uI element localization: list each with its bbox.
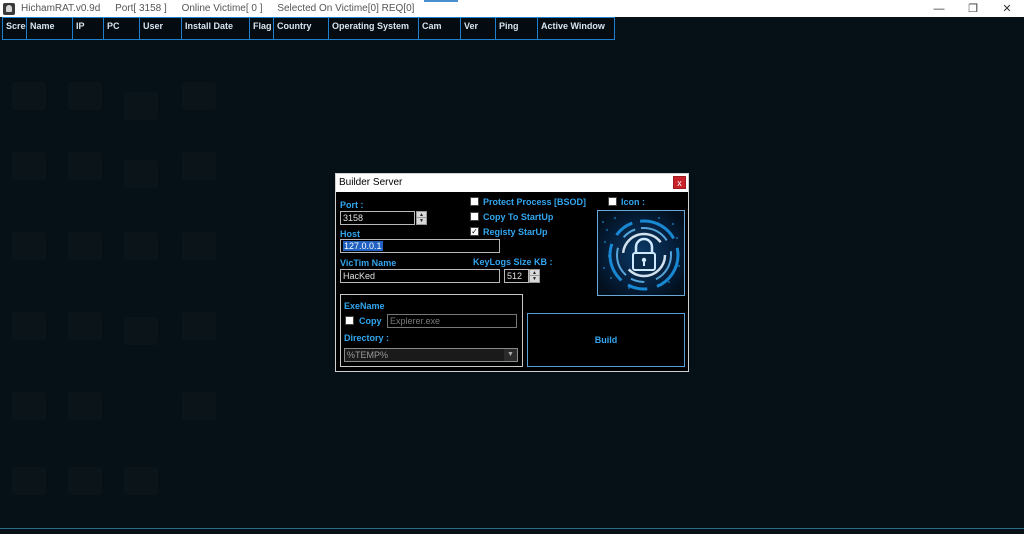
exename-input[interactable]: Explerer.exe: [387, 314, 517, 328]
faded-icon: [182, 82, 216, 110]
close-button[interactable]: ✕: [990, 0, 1024, 17]
faded-icon: [68, 312, 102, 340]
chevron-down-icon[interactable]: ▼: [504, 349, 517, 361]
faded-icon: [124, 467, 158, 495]
exename-group: ExeName Copy Explerer.exe Directory : %T…: [340, 294, 523, 367]
col-country[interactable]: Country: [274, 18, 329, 39]
protect-process-label: Protect Process [BSOD]: [483, 197, 587, 207]
app-name: HichamRAT.v0.9d: [21, 3, 101, 14]
dialog-close-button[interactable]: x: [673, 176, 686, 189]
grid-header: Scree Name IP PC User Install Date Flag …: [2, 17, 615, 40]
registry-startup-label: Registy StarUp: [483, 227, 548, 237]
selected-status: Selected On Victime[0] REQ[0]: [277, 3, 415, 14]
faded-icon: [68, 152, 102, 180]
col-cam[interactable]: Cam: [419, 18, 461, 39]
dialog-title-bar: Builder Server x: [336, 174, 688, 192]
victim-name-input[interactable]: HacKed: [340, 269, 500, 283]
dialog-title: Builder Server: [339, 177, 403, 188]
faded-icon: [68, 232, 102, 260]
title-text: HichamRAT.v0.9d Port[ 3158 ] Online Vict…: [21, 3, 426, 14]
keylogs-size-spinner[interactable]: ▲ ▼: [529, 269, 540, 283]
faded-icon: [182, 152, 216, 180]
faded-icon: [12, 82, 46, 110]
col-ip[interactable]: IP: [73, 18, 104, 39]
host-value: 127.0.0.1: [343, 241, 383, 251]
online-status: Online Victime[ 0 ]: [181, 3, 263, 14]
maximize-button[interactable]: ❐: [956, 0, 990, 17]
port-input[interactable]: 3158: [340, 211, 415, 225]
faded-icon: [182, 232, 216, 260]
lock-icon[interactable]: [597, 210, 685, 296]
faded-icon: [12, 152, 46, 180]
col-user[interactable]: User: [140, 18, 182, 39]
directory-label: Directory :: [344, 333, 390, 343]
col-install-date[interactable]: Install Date: [182, 18, 250, 39]
col-ping[interactable]: Ping: [496, 18, 538, 39]
status-bar: [0, 529, 1024, 534]
faded-icon: [182, 312, 216, 340]
faded-icon: [124, 92, 158, 120]
copy-startup-checkbox[interactable]: [470, 212, 479, 221]
faded-icon: [124, 160, 158, 188]
faded-icon: [68, 82, 102, 110]
minimize-button[interactable]: —: [922, 0, 956, 17]
spin-down-icon[interactable]: ▼: [530, 276, 539, 282]
build-button[interactable]: Build: [527, 313, 685, 367]
col-operating-system[interactable]: Operating System: [329, 18, 419, 39]
faded-icon: [68, 392, 102, 420]
col-ver[interactable]: Ver: [461, 18, 496, 39]
faded-icon: [12, 392, 46, 420]
faded-icon: [124, 317, 158, 345]
port-label: Port :: [340, 200, 364, 210]
host-input[interactable]: 127.0.0.1: [340, 239, 500, 253]
protect-process-checkbox[interactable]: [470, 197, 479, 206]
faded-icon: [182, 392, 216, 420]
app-icon: [3, 2, 15, 15]
keylogs-size-input[interactable]: 512: [504, 269, 529, 283]
directory-value: %TEMP%: [347, 350, 389, 360]
col-pc[interactable]: PC: [104, 18, 140, 39]
builder-server-dialog: Builder Server x Port : 3158 ▲ ▼ Host 12…: [335, 173, 689, 372]
registry-startup-checkbox[interactable]: ✓: [470, 227, 479, 236]
copy-startup-label: Copy To StartUp: [483, 212, 554, 222]
victim-name-label: VicTim Name: [340, 258, 397, 268]
directory-select[interactable]: %TEMP% ▼: [344, 348, 518, 362]
icon-label: Icon :: [621, 197, 645, 207]
col-screen[interactable]: Scree: [3, 18, 27, 39]
host-label: Host: [340, 229, 360, 239]
faded-icon: [12, 232, 46, 260]
keylogs-size-label: KeyLogs Size KB :: [473, 257, 553, 267]
spin-down-icon[interactable]: ▼: [417, 218, 426, 224]
col-name[interactable]: Name: [27, 18, 73, 39]
faded-icon: [12, 312, 46, 340]
title-bar: HichamRAT.v0.9d Port[ 3158 ] Online Vict…: [0, 0, 1024, 17]
faded-icon: [68, 467, 102, 495]
col-flag[interactable]: Flag: [250, 18, 274, 39]
title-highlight: [424, 0, 458, 2]
exename-label: ExeName: [344, 301, 385, 311]
port-spinner[interactable]: ▲ ▼: [416, 211, 427, 225]
copy-exe-checkbox[interactable]: [345, 316, 354, 325]
copy-exe-label: Copy: [359, 316, 382, 326]
faded-icon: [12, 467, 46, 495]
port-status: Port[ 3158 ]: [115, 3, 167, 14]
faded-icon: [124, 232, 158, 260]
col-active-window[interactable]: Active Window: [538, 18, 614, 39]
icon-checkbox[interactable]: [608, 197, 617, 206]
